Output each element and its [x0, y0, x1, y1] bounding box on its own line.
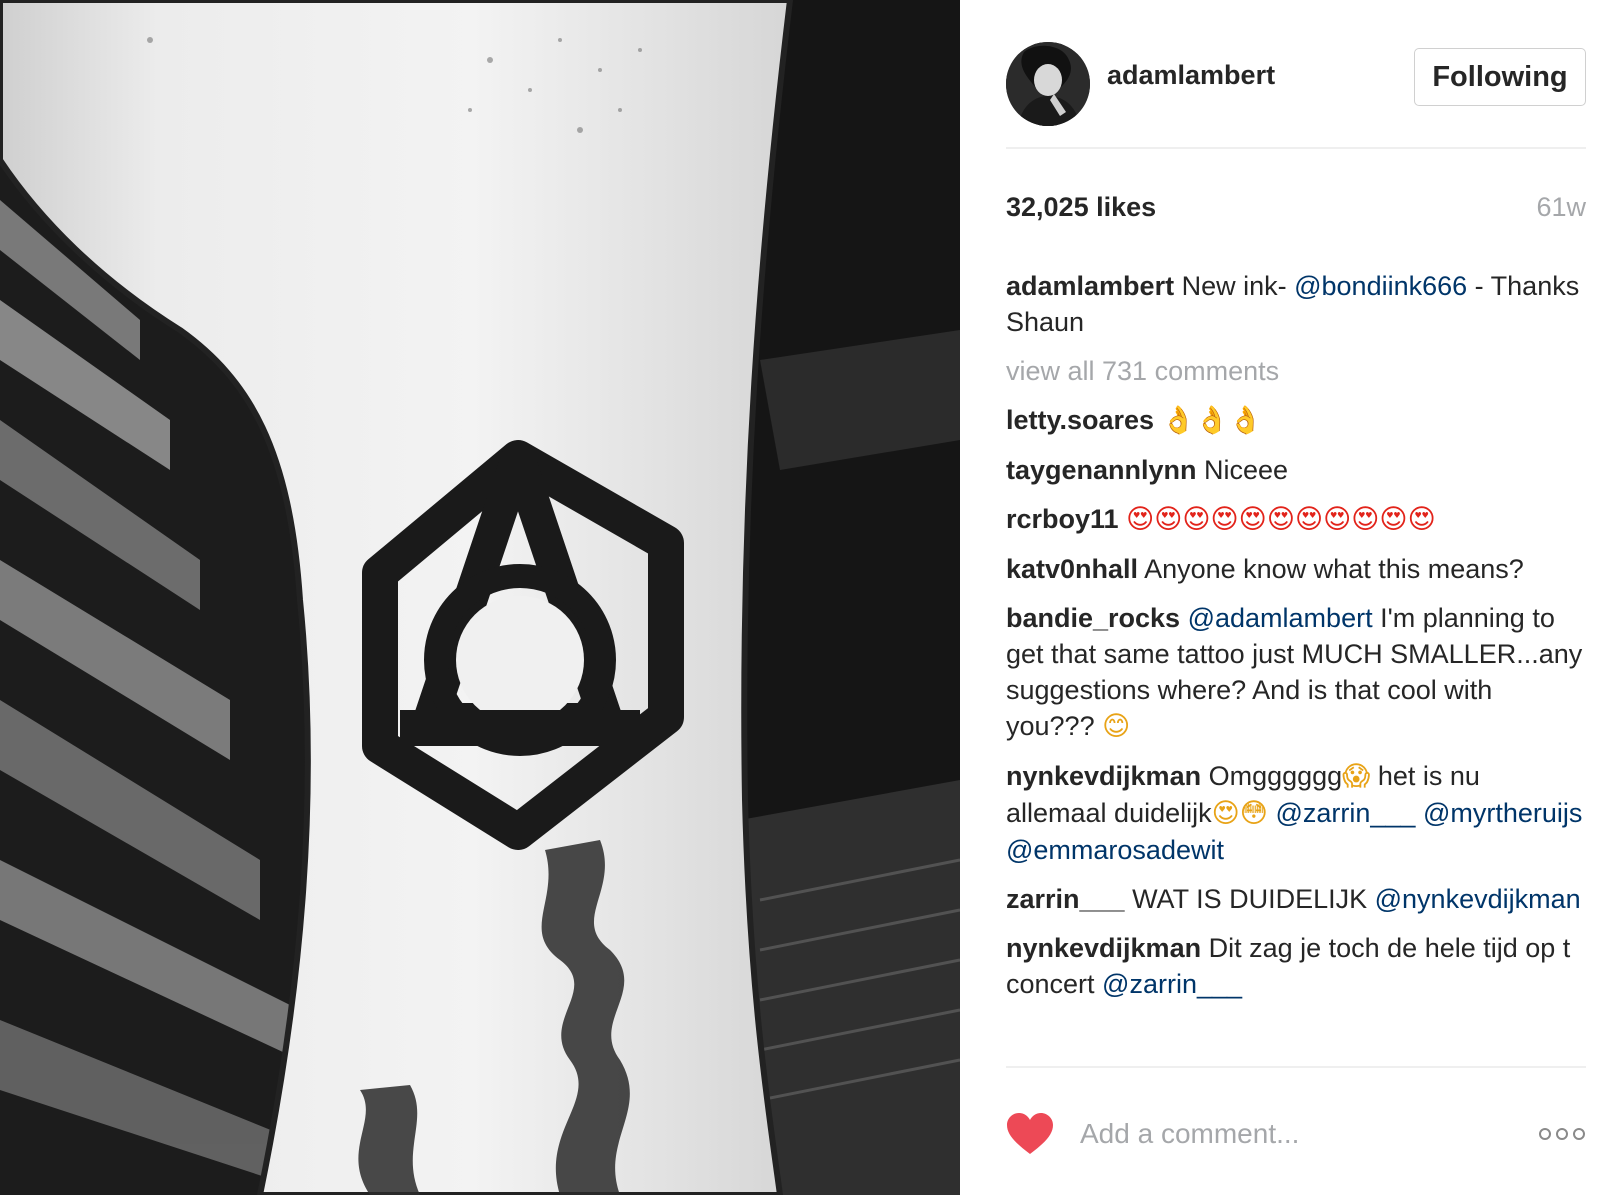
list-item: bandie_rocks @adamlambert I'm planning t… — [1006, 600, 1586, 745]
comment-emoji: 😱 — [1342, 761, 1371, 792]
comment-author[interactable]: nynkevdijkman — [1006, 933, 1201, 963]
comment-author[interactable]: taygenannlynn — [1006, 455, 1197, 485]
footer-divider — [1006, 1066, 1586, 1068]
following-button[interactable]: Following — [1414, 48, 1586, 106]
comment-text — [1154, 405, 1162, 435]
comment-text — [1119, 504, 1127, 534]
comment-mention[interactable]: @emmarosadewit — [1006, 835, 1224, 865]
comment-mention[interactable]: @adamlambert — [1188, 603, 1373, 633]
likes-row: 32,025 likes 61w — [1006, 192, 1586, 232]
comment-author[interactable]: nynkevdijkman — [1006, 761, 1201, 791]
comment-text: Omgggggg — [1201, 761, 1343, 791]
comment-footer — [1006, 1108, 1586, 1164]
heart-icon[interactable] — [1006, 1112, 1054, 1156]
header-divider — [1006, 147, 1586, 149]
view-all-comments-link[interactable]: view all 731 comments — [1006, 353, 1586, 389]
post-header: adamlambert Following — [1006, 38, 1586, 126]
caption-author[interactable]: adamlambert — [1006, 271, 1174, 301]
list-item: zarrin___ WAT IS DUIDELIJK @nynkevdijkma… — [1006, 881, 1586, 917]
comment-mention[interactable]: @nynkevdijkman — [1375, 884, 1581, 914]
post-author-username[interactable]: adamlambert — [1107, 60, 1275, 91]
comment-text: Anyone know what this means? — [1138, 554, 1524, 584]
comment-emoji: 😊 — [1102, 711, 1131, 742]
comment-emoji: 👌👌👌 — [1161, 405, 1263, 436]
avatar[interactable] — [1006, 42, 1090, 126]
comments-list: adamlambert New ink- @bondiink666 - Than… — [1006, 268, 1586, 1015]
more-options-icon[interactable] — [1538, 1122, 1586, 1146]
comment-mention[interactable]: @zarrin___ — [1102, 969, 1242, 999]
post-photo — [0, 0, 960, 1195]
comment-author[interactable]: katv0nhall — [1006, 554, 1138, 584]
comment-emoji: 😍😳 — [1211, 798, 1268, 829]
comment-author[interactable]: zarrin___ — [1006, 884, 1125, 914]
caption: adamlambert New ink- @bondiink666 - Than… — [1006, 268, 1586, 340]
comment-text: Niceee — [1196, 455, 1289, 485]
comment-mention[interactable]: @zarrin___ — [1275, 798, 1415, 828]
post-age[interactable]: 61w — [1536, 192, 1586, 223]
list-item: rcrboy11 😍😍😍😍😍😍😍😍😍😍😍 — [1006, 501, 1586, 538]
caption-mention[interactable]: @bondiink666 — [1294, 271, 1467, 301]
list-item: taygenannlynn Niceee — [1006, 452, 1586, 488]
comment-author[interactable]: letty.soares — [1006, 405, 1154, 435]
list-item: katv0nhall Anyone know what this means? — [1006, 551, 1586, 587]
list-item: letty.soares 👌👌👌 — [1006, 402, 1586, 439]
comment-emoji: 😍😍😍😍😍😍😍😍😍😍😍 — [1126, 504, 1436, 535]
comment-author[interactable]: rcrboy11 — [1006, 504, 1119, 534]
comment-mention[interactable]: @myrtheruijs — [1423, 798, 1582, 828]
list-item: nynkevdijkman Omgggggg😱 het is nu allema… — [1006, 758, 1586, 868]
likes-count[interactable]: 32,025 likes — [1006, 192, 1156, 223]
comment-text: WAT IS DUIDELIJK — [1124, 884, 1375, 914]
caption-text: New ink- — [1174, 271, 1295, 301]
post-details-panel: adamlambert Following 32,025 likes 61w a… — [1006, 0, 1586, 1195]
add-comment-input[interactable] — [1080, 1112, 1500, 1156]
list-item: nynkevdijkman Dit zag je toch de hele ti… — [1006, 930, 1586, 1002]
comment-author[interactable]: bandie_rocks — [1006, 603, 1180, 633]
